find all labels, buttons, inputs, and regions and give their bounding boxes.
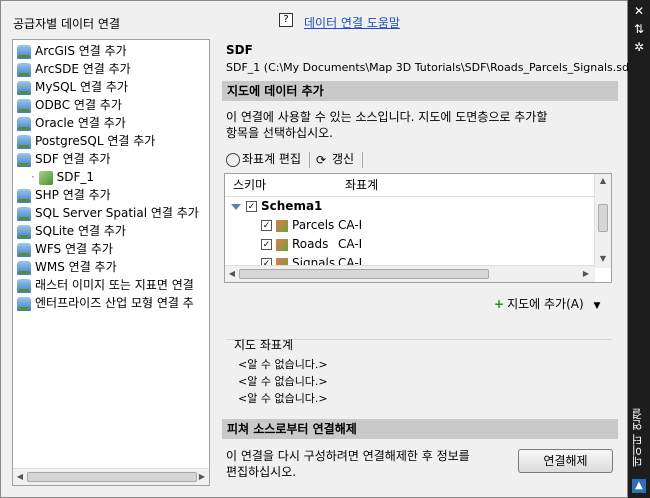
- feature-class-icon: [276, 238, 288, 251]
- feature-class-icon: [276, 219, 288, 232]
- sdf-file-icon: [38, 170, 53, 185]
- connection-icon: [17, 260, 31, 275]
- connection-path: SDF_1 (C:\My Documents\Map 3D Tutorials\…: [226, 61, 638, 74]
- source-toolbar: 좌표계 편집 ⟳ 갱신: [226, 149, 369, 169]
- layer-checkbox[interactable]: ✓: [261, 239, 272, 250]
- toolbar-divider: [362, 151, 364, 168]
- scroll-left-icon[interactable]: ◀: [15, 472, 25, 482]
- auto-hide-icon[interactable]: ⇅: [631, 22, 647, 36]
- add-layer-icon: +: [494, 297, 505, 311]
- connection-icon: [17, 134, 31, 149]
- connection-icon: [17, 242, 31, 257]
- tree-item-odbc[interactable]: ODBC 연결 추가: [17, 96, 122, 114]
- connection-icon: [17, 206, 31, 221]
- disconnect-header: 피쳐 소스로부터 연결해제: [222, 419, 618, 439]
- palette-title: 데이터 연결: [631, 408, 644, 468]
- connection-icon: [17, 224, 31, 239]
- map-coordinate-value: <알 수 없습니다.>: [238, 375, 328, 388]
- tree-item-arcgis[interactable]: ArcGIS 연결 추가: [17, 42, 127, 60]
- scroll-right-icon[interactable]: ▶: [581, 269, 591, 279]
- scroll-right-icon[interactable]: ▶: [197, 472, 207, 482]
- disconnect-description-line1: 이 연결을 다시 구성하려면 연결해제한 후 정보를: [226, 449, 470, 463]
- connection-icon: [17, 188, 31, 203]
- tree-item-arcsde[interactable]: ArcSDE 연결 추가: [17, 60, 131, 78]
- disconnect-description-line2: 편집하십시오.: [226, 465, 297, 479]
- schema-checkbox[interactable]: ✓: [246, 201, 257, 212]
- close-icon[interactable]: ✕: [631, 4, 647, 18]
- properties-icon[interactable]: ✲: [631, 40, 647, 54]
- tree-item-raster[interactable]: 래스터 이미지 또는 지표면 연결: [17, 276, 194, 294]
- toolbar-divider: [309, 151, 311, 168]
- chevron-down-icon[interactable]: ▼: [593, 301, 600, 311]
- edit-coordinate-system-button[interactable]: 좌표계 편집: [226, 149, 301, 169]
- tree-item-oracle[interactable]: Oracle 연결 추가: [17, 114, 126, 132]
- help-icon[interactable]: ?: [279, 13, 293, 27]
- app-logo-icon: ▲: [632, 479, 646, 493]
- refresh-button[interactable]: ⟳ 갱신: [316, 149, 354, 169]
- connection-icon: [17, 98, 31, 113]
- scroll-left-icon[interactable]: ◀: [227, 269, 237, 279]
- add-to-map-header: 지도에 데이터 추가: [222, 81, 618, 101]
- tree-item-shp[interactable]: SHP 연결 추가: [17, 186, 111, 204]
- schema-grid[interactable]: 스키마 좌표계 ✓ Schema1 ✓ Parcels CA-I ✓ Roads CA-I…: [224, 173, 612, 283]
- table-row[interactable]: ✓ Parcels CA-I: [261, 216, 362, 234]
- map-coordinate-system-group: 지도 좌표계 <알 수 없습니다.> <알 수 없습니다.> <알 수 없습니다…: [226, 338, 612, 410]
- grid-vertical-scrollbar[interactable]: ▲ ▼: [594, 174, 611, 268]
- tree-horizontal-scrollbar[interactable]: ◀ ▶: [13, 468, 209, 485]
- map-coordinate-label: 지도 좌표계: [234, 338, 294, 352]
- connection-icon: [17, 296, 31, 311]
- tree-item-sdf1[interactable]: · SDF_1: [31, 168, 95, 186]
- scroll-down-icon[interactable]: ▼: [598, 254, 608, 264]
- scroll-up-icon[interactable]: ▲: [598, 176, 608, 186]
- tree-item-sqlite[interactable]: SQLite 연결 추가: [17, 222, 126, 240]
- column-schema[interactable]: 스키마: [233, 174, 266, 196]
- connection-icon: [17, 278, 31, 293]
- connection-icon: [17, 80, 31, 95]
- connection-icon: [17, 44, 31, 59]
- panel-title: 공급자별 데이터 연결: [13, 17, 120, 31]
- connection-title: SDF: [226, 43, 253, 57]
- connection-icon: [17, 62, 31, 77]
- tree-item-enterprise[interactable]: 엔터프라이즈 산업 모형 연결 추: [17, 294, 194, 312]
- add-description-line1: 이 연결에 사용할 수 있는 소스입니다. 지도에 도면층으로 추가할: [226, 110, 548, 124]
- disconnect-button[interactable]: 연결해제: [518, 449, 613, 473]
- provider-tree[interactable]: ArcGIS 연결 추가 ArcSDE 연결 추가 MySQL 연결 추가 OD…: [12, 39, 210, 486]
- scroll-thumb[interactable]: [27, 472, 197, 482]
- grid-horizontal-scrollbar[interactable]: ◀ ▶: [225, 265, 595, 282]
- tree-item-sqlserver[interactable]: SQL Server Spatial 연결 추가: [17, 204, 199, 222]
- globe-icon: [226, 152, 240, 167]
- map-coordinate-value: <알 수 없습니다.>: [238, 358, 328, 371]
- tree-item-wms[interactable]: WMS 연결 추가: [17, 258, 117, 276]
- palette-side-strip: ✕ ⇅ ✲ 데이터 연결 ▲: [628, 0, 650, 498]
- map-coordinate-value: <알 수 없습니다.>: [238, 392, 328, 405]
- grid-header: 스키마 좌표계: [225, 174, 595, 197]
- refresh-icon: ⟳: [316, 152, 327, 167]
- column-coordinate-system[interactable]: 좌표계: [345, 174, 378, 196]
- schema-row[interactable]: ✓ Schema1: [231, 197, 322, 215]
- layer-checkbox[interactable]: ✓: [261, 220, 272, 231]
- tree-item-wfs[interactable]: WFS 연결 추가: [17, 240, 113, 258]
- data-connect-window: 공급자별 데이터 연결 ? 데이터 연결 도움말 ArcGIS 연결 추가 Ar…: [0, 0, 637, 498]
- add-to-map-button[interactable]: + 지도에 추가(A) ▼: [494, 294, 600, 314]
- table-row[interactable]: ✓ Roads CA-I: [261, 235, 362, 253]
- help-link[interactable]: 데이터 연결 도움말: [304, 14, 400, 31]
- connection-icon: [17, 116, 31, 131]
- expand-icon[interactable]: [231, 203, 241, 210]
- tree-item-postgresql[interactable]: PostgreSQL 연결 추가: [17, 132, 155, 150]
- connection-icon: [17, 152, 31, 167]
- add-description-line2: 항목을 선택하십시오.: [226, 126, 333, 140]
- tree-item-sdf[interactable]: SDF 연결 추가: [17, 150, 111, 168]
- scroll-thumb[interactable]: [598, 204, 608, 232]
- scroll-thumb[interactable]: [239, 269, 489, 279]
- tree-item-mysql[interactable]: MySQL 연결 추가: [17, 78, 128, 96]
